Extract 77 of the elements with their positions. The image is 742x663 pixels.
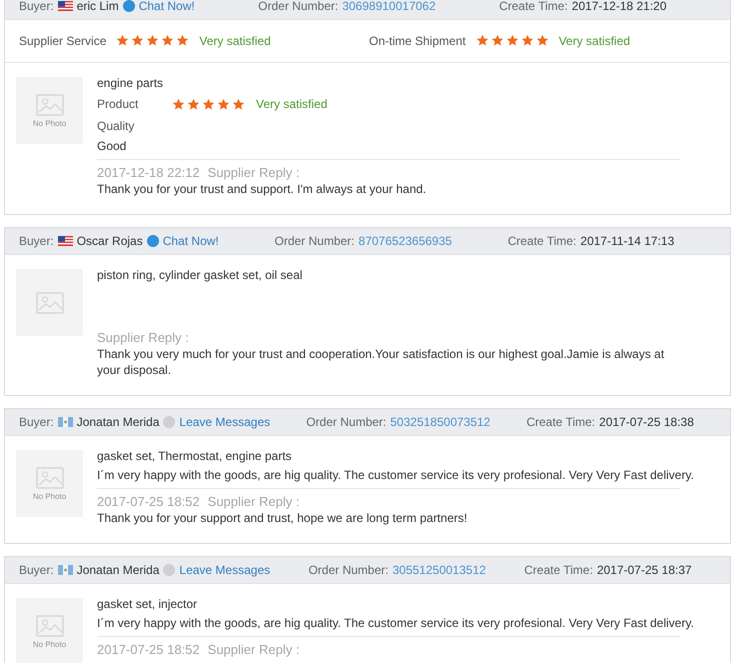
buyer-name: Oscar Rojas (76, 232, 143, 250)
product-title: engine parts (97, 75, 164, 92)
reply-text: Thank you for your support and trust, hope we are long term partners! (97, 510, 468, 526)
photo-caption: No Photo (32, 640, 66, 648)
star-icon (520, 34, 534, 48)
review-comment: I´m very happy with the goods, are hig quality. The customer service its very profesional. Very Very Fast delivery. (97, 467, 695, 484)
review-comment: Good (97, 138, 128, 155)
rating-label: On-time Shipment (369, 32, 466, 50)
message-link[interactable]: Leave Messages (179, 562, 270, 578)
image-icon (36, 466, 64, 488)
star-icon (506, 34, 519, 48)
rating-label: Supplier Service (19, 32, 106, 50)
star-icon (172, 98, 185, 110)
create-time-label: Create Time: (526, 414, 596, 430)
order-number-link[interactable]: 503251850073512 (390, 414, 490, 430)
review-comment: I´m very happy with the goods, are hig quality. The customer service its very profesional. Very Very Fast delivery. (97, 615, 695, 632)
flag-icon (58, 416, 73, 427)
buyer-label: Buyer: (19, 232, 54, 250)
star-icon (476, 34, 489, 48)
create-time-label: Create Time: (524, 562, 593, 578)
product-title: piston ring, cylinder gasket set, oil seal (97, 267, 304, 284)
buyer-name: Jonatan Merida (76, 414, 160, 430)
product-title: gasket set, injector (97, 596, 198, 613)
reply-label: Supplier Reply : (208, 642, 300, 658)
reply-text: Thank you for your trust and support. I'm always at your hand. (97, 181, 428, 197)
flag-icon (58, 564, 73, 575)
reply-time: 2017-07-25 18:52 (97, 494, 200, 510)
order-number-label: Order Number: (308, 562, 388, 578)
reply-label: Supplier Reply : (97, 330, 189, 346)
order-number-label: Order Number: (258, 0, 338, 14)
star-icon (176, 34, 190, 48)
buyer-name: eric Lim (76, 0, 119, 14)
reply-label: Supplier Reply : (208, 165, 300, 181)
photo-caption: No Photo (32, 492, 66, 500)
buyer-label: Buyer: (19, 0, 54, 14)
reply-time: 2017-12-18 22:12 (97, 165, 200, 181)
rating-verdict: Very satisfied (199, 32, 271, 50)
create-time-label: Create Time: (499, 0, 568, 14)
star-icon (187, 98, 200, 110)
flag-icon (58, 0, 73, 11)
order-number-label: Order Number: (306, 414, 386, 430)
rating-verdict: Very satisfied (256, 96, 328, 113)
order-number-link[interactable]: 87076523656935 (358, 232, 452, 250)
rating-verdict: Very satisfied (558, 32, 630, 50)
message-link[interactable]: Leave Messages (179, 414, 270, 430)
buyer-name: Jonatan Merida (76, 562, 160, 578)
create-time: 2017-12-18 21:20 (572, 0, 667, 14)
create-time: 2017-07-25 18:37 (596, 562, 692, 578)
star-icon (161, 34, 174, 48)
flag-icon (58, 236, 73, 246)
star-icon (146, 34, 160, 48)
order-number-link[interactable]: 30698910017062 (342, 0, 436, 14)
reply-time: 2017-07-25 18:52 (97, 642, 200, 658)
star-icon (490, 34, 504, 48)
create-time-label: Create Time: (508, 232, 576, 250)
buyer-label: Buyer: (19, 562, 54, 578)
buyer-label: Buyer: (19, 414, 54, 430)
reply-text: Thank you very much for your trust and cooperation.Your satisfaction is our highest goal.Jamie is always at your disposal. (97, 346, 666, 378)
reply-label: Supplier Reply : (208, 494, 300, 510)
photo-caption: No Photo (32, 118, 66, 128)
star-icon (232, 98, 245, 110)
star-icon (217, 98, 230, 110)
order-number-label: Order Number: (274, 232, 355, 250)
star-icon (116, 34, 130, 48)
product-title: gasket set, Thermostat, engine parts (97, 448, 293, 465)
star-icon (131, 34, 144, 48)
rating-label: Product Quality (97, 96, 140, 135)
create-time: 2017-07-25 18:38 (599, 414, 694, 430)
order-number-link[interactable]: 30551250013512 (392, 562, 486, 578)
star-icon (536, 34, 549, 48)
chat-link[interactable]: Chat Now! (162, 232, 219, 250)
image-icon (36, 94, 64, 116)
star-icon (202, 98, 215, 110)
create-time: 2017-11-14 17:13 (580, 232, 674, 250)
image-icon (36, 614, 64, 636)
chat-link[interactable]: Chat Now! (138, 0, 195, 14)
image-icon (36, 292, 64, 314)
